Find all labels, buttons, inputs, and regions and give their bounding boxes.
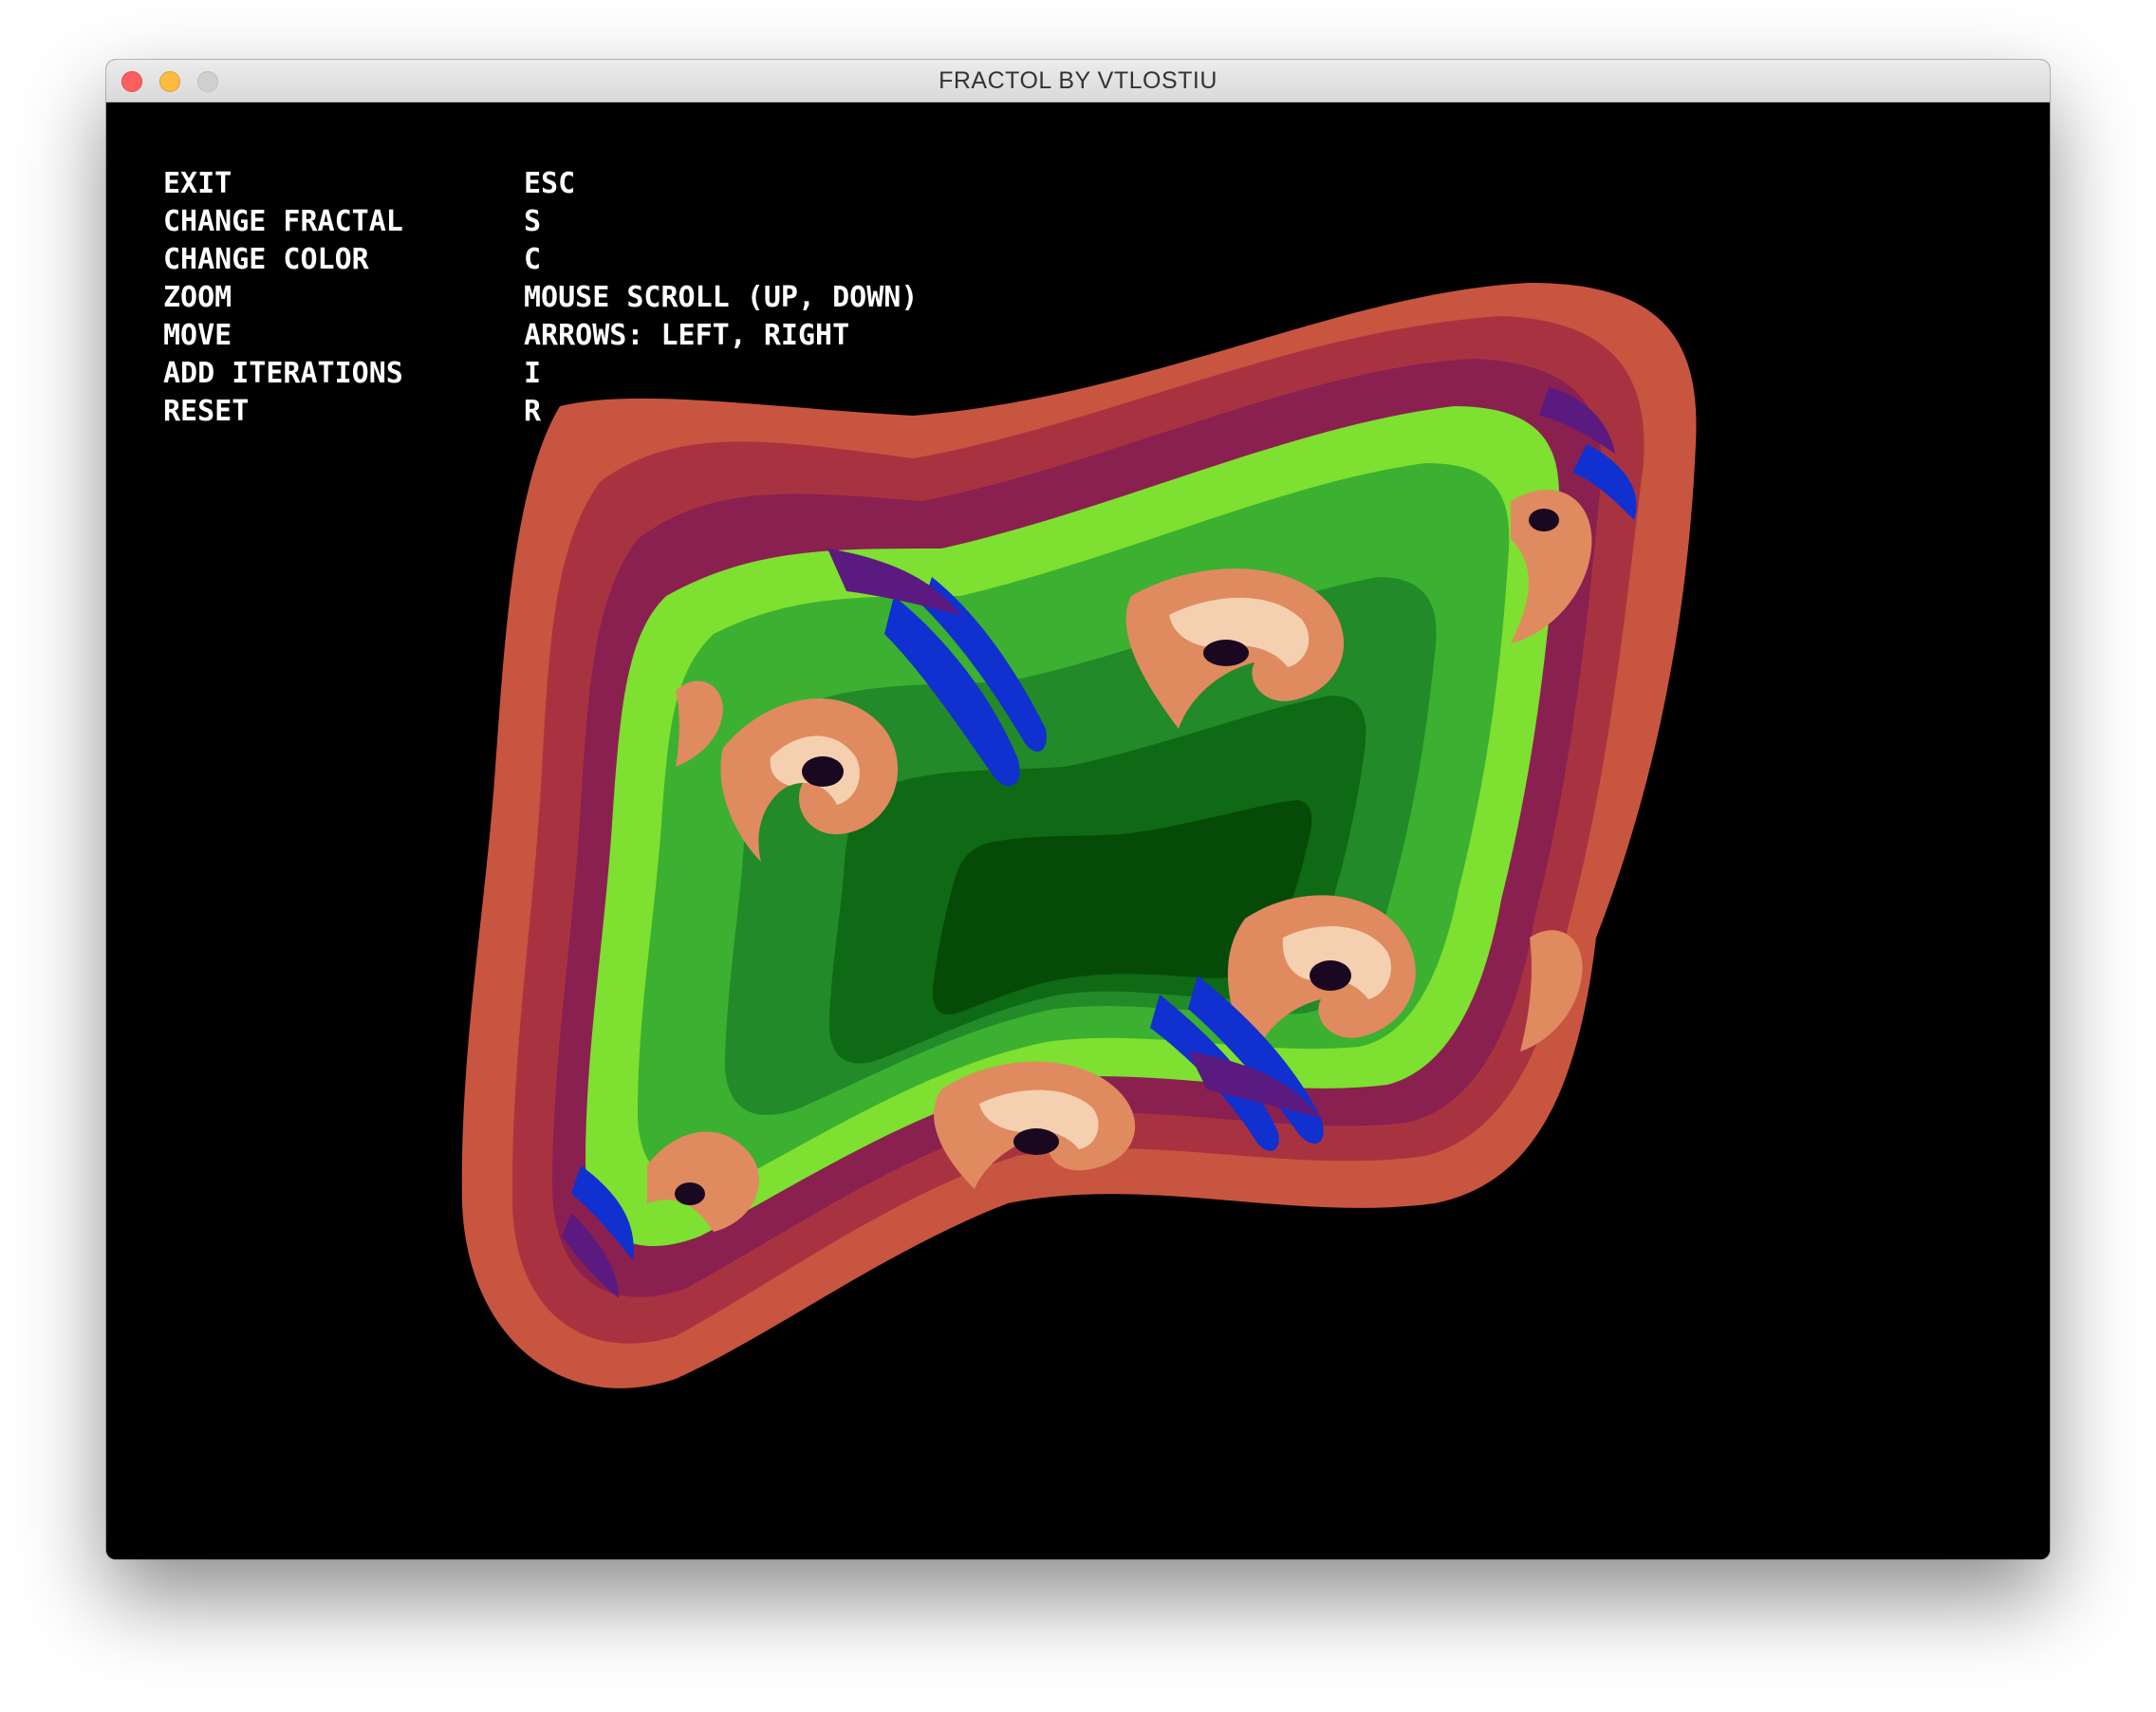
help-key: R bbox=[524, 395, 542, 428]
help-action: ADD ITERATIONS bbox=[163, 357, 403, 390]
help-key: MOUSE SCROLL (UP, DOWN) bbox=[524, 281, 919, 314]
help-overlay: EXIT ESC CHANGE FRACTAL S CHANGE COLOR C ZO… bbox=[163, 165, 918, 431]
help-action: ZOOM bbox=[163, 281, 232, 314]
help-row-exit: EXIT ESC bbox=[163, 165, 918, 203]
help-key: ARROWS: LEFT, RIGHT bbox=[524, 319, 850, 352]
help-row-reset: RESET R bbox=[163, 393, 918, 431]
help-row-move: MOVE ARROWS: LEFT, RIGHT bbox=[163, 317, 918, 355]
help-action: MOVE bbox=[163, 319, 232, 352]
app-window: FRACTOL BY VTLOSTIU EXIT ESC CHANGE FRAC… bbox=[106, 60, 2050, 1559]
help-action: RESET bbox=[163, 395, 250, 428]
help-row-zoom: ZOOM MOUSE SCROLL (UP, DOWN) bbox=[163, 279, 918, 317]
help-row-add-iterations: ADD ITERATIONS I bbox=[163, 355, 918, 393]
window-title: FRACTOL BY VTLOSTIU bbox=[939, 67, 1217, 94]
help-row-change-fractal: CHANGE FRACTAL S bbox=[163, 203, 918, 241]
help-action: CHANGE COLOR bbox=[163, 243, 369, 276]
help-key: ESC bbox=[524, 167, 576, 200]
title-bar[interactable]: FRACTOL BY VTLOSTIU bbox=[106, 60, 2050, 102]
help-key: I bbox=[524, 357, 542, 390]
fractal-canvas[interactable]: EXIT ESC CHANGE FRACTAL S CHANGE COLOR C ZO… bbox=[106, 102, 2050, 1559]
help-key: S bbox=[524, 205, 542, 238]
help-key: C bbox=[524, 243, 542, 276]
help-row-change-color: CHANGE COLOR C bbox=[163, 241, 918, 279]
help-action: EXIT bbox=[163, 167, 232, 200]
help-action: CHANGE FRACTAL bbox=[163, 205, 403, 238]
